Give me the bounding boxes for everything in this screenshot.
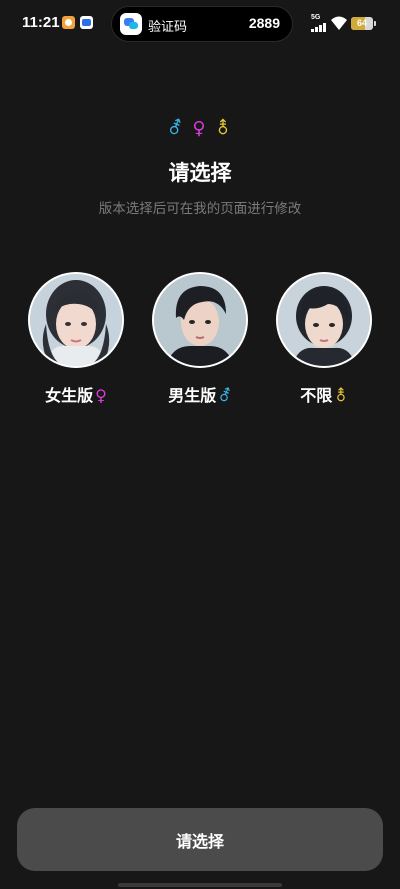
option-male-label: 男生版 ⚦ bbox=[150, 382, 250, 406]
option-male-text: 男生版 bbox=[168, 386, 217, 405]
neutral-avatar bbox=[276, 272, 372, 368]
page-subtitle: 版本选择后可在我的页面进行修改 bbox=[98, 201, 302, 217]
option-unlimited-text: 不限 bbox=[300, 386, 333, 405]
male-avatar bbox=[152, 272, 248, 368]
signal-icon bbox=[311, 22, 327, 32]
version-select-screen: 11:21 验证码 2889 5G 64 ⚦ ♀ ⚨ 请选择 版本选择后可在我的… bbox=[0, 0, 400, 889]
messages-icon bbox=[120, 13, 142, 35]
female-avatar bbox=[28, 272, 124, 368]
battery-tip bbox=[374, 21, 376, 26]
app-notification-icon bbox=[62, 16, 75, 29]
option-female-version[interactable]: 女生版 ♀ bbox=[26, 272, 126, 406]
option-female-label: 女生版 ♀ bbox=[26, 382, 126, 406]
option-unlimited-version[interactable]: 不限 ⚨ bbox=[274, 272, 374, 406]
female-symbol-icon: ♀ bbox=[95, 386, 107, 405]
home-indicator[interactable] bbox=[118, 883, 282, 887]
confirm-select-button[interactable]: 请选择 bbox=[17, 808, 383, 871]
male-symbol-icon: ⚦ bbox=[167, 118, 185, 139]
male-symbol-icon: ⚦ bbox=[218, 386, 232, 405]
verification-code: 2889 bbox=[248, 15, 280, 31]
verification-code-island[interactable]: 验证码 2889 bbox=[111, 6, 293, 42]
island-label: 验证码 bbox=[148, 20, 188, 35]
message-app-icon bbox=[80, 16, 93, 29]
status-bar: 11:21 验证码 2889 5G 64 bbox=[0, 0, 400, 48]
option-male-version[interactable]: 男生版 ⚦ bbox=[150, 272, 250, 406]
option-female-text: 女生版 bbox=[45, 386, 94, 405]
female-symbol-icon: ♀ bbox=[192, 118, 208, 139]
neutral-symbol-icon: ⚨ bbox=[215, 118, 233, 139]
network-type: 5G bbox=[311, 14, 321, 21]
status-time: 11:21 bbox=[22, 14, 60, 31]
battery-icon: 64 bbox=[351, 17, 373, 30]
option-unlimited-label: 不限 ⚨ bbox=[274, 382, 374, 406]
wifi-icon bbox=[331, 16, 347, 30]
neutral-symbol-icon: ⚨ bbox=[334, 386, 348, 405]
battery-level: 64 bbox=[356, 18, 367, 28]
gender-symbols: ⚦ ♀ ⚨ bbox=[0, 118, 400, 139]
page-title: 请选择 bbox=[168, 161, 232, 185]
